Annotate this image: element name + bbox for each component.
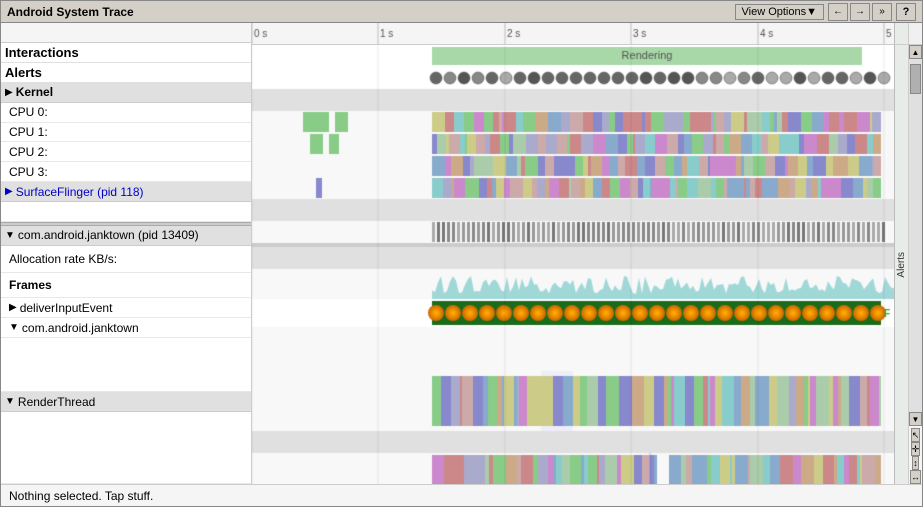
timeline-header [252,23,922,45]
sf-arrow-icon: ▶ [5,186,13,197]
status-bar: Nothing selected. Tap stuff. [1,484,922,506]
timeline-ticks [252,23,894,44]
title-bar-controls: View Options▼ ← → » ? [735,3,917,21]
allocation-label: Allocation rate KB/s: [1,246,251,273]
nav-buttons: ← → » [828,3,892,21]
trace-canvas-area[interactable] [252,45,894,484]
timeline-canvas [252,23,894,45]
alerts-label: Alerts [1,63,251,83]
deliver-arrow-icon: ▶ [9,302,17,313]
app-window: Android System Trace View Options▼ ← → »… [0,0,923,507]
fit-tool-button[interactable]: ↔ [910,470,921,484]
view-options-button[interactable]: View Options▼ [735,4,825,20]
cpu0-label: CPU 0: [1,103,251,123]
cpu1-label: CPU 1: [1,123,251,143]
surfaceflinger-label[interactable]: ▶ SurfaceFlinger (pid 118) [1,182,251,202]
zoom-tool-button[interactable]: ↕ [912,456,919,470]
scroll-down-button[interactable]: ▼ [909,412,922,426]
nav-more-button[interactable]: » [872,3,892,21]
alerts-sidebar-label-container: Alerts [895,45,908,484]
pan-tool-button[interactable]: ✛ [911,442,921,456]
com-android-label[interactable]: ▼ com.android.janktown [1,318,251,338]
title-bar: Android System Trace View Options▼ ← → »… [1,1,922,23]
com-android-content-label [1,338,251,392]
help-button[interactable]: ? [896,3,916,21]
status-text: Nothing selected. Tap stuff. [9,489,153,503]
trace-content: Alerts ▲ ▼ ↖ ✛ ↕ ↔ [252,45,922,484]
renderthread-content-label [1,412,251,484]
nav-forward-button[interactable]: → [850,3,870,21]
pointer-tool-button[interactable]: ↖ [911,428,921,442]
sf-content-label [1,202,251,222]
interactions-label: Interactions [1,43,251,63]
frames-label: Frames [1,273,251,298]
deliver-label[interactable]: ▶ deliverInputEvent [1,298,251,318]
vertical-scrollbar: ▲ ▼ ↖ ✛ ↕ ↔ [908,45,922,484]
scroll-track[interactable] [909,59,922,412]
renderthread-arrow-icon: ▼ [5,396,15,407]
alerts-sidebar-header [894,23,908,44]
alerts-sidebar-label: Alerts [896,252,907,278]
timeline-header-spacer [1,23,251,43]
kernel-arrow-icon: ▶ [5,87,13,98]
trace-canvas[interactable] [252,45,894,484]
kernel-label[interactable]: ▶ Kernel [1,83,251,103]
app-title: Android System Trace [7,5,134,19]
cpu2-label: CPU 2: [1,142,251,162]
janktown-arrow-icon: ▼ [5,230,15,241]
renderthread-label[interactable]: ▼ RenderThread [1,392,251,412]
nav-back-button[interactable]: ← [828,3,848,21]
left-panel: Interactions Alerts ▶ Kernel CPU 0: CPU … [1,23,252,484]
scroll-thumb[interactable] [910,64,921,94]
janktown-label[interactable]: ▼ com.android.janktown (pid 13409) [1,226,251,246]
alerts-sidebar: Alerts [894,45,908,484]
cpu3-label: CPU 3: [1,162,251,182]
scroll-up-button[interactable]: ▲ [909,45,922,59]
com-android-arrow-icon: ▼ [9,322,19,333]
scrollbar-header [908,23,922,44]
